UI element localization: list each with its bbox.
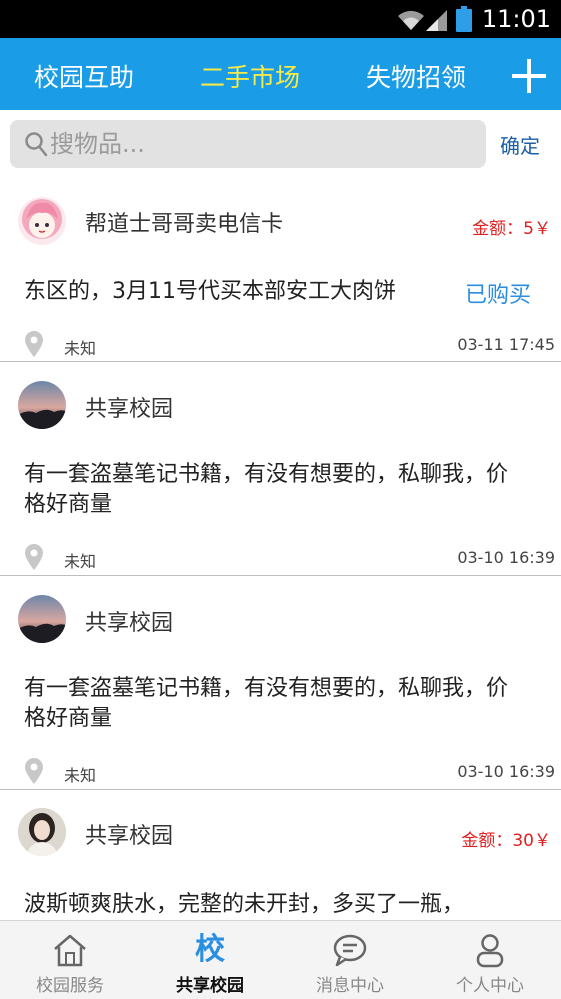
bottom-nav-label: 个人中心: [456, 976, 524, 996]
post-author: 共享校园: [85, 611, 174, 636]
bottom-nav: 校园服务 校 共享校园 消息中心 个人中心: [0, 920, 561, 999]
plus-icon[interactable]: [512, 59, 546, 93]
list-item[interactable]: 共享校园 金额：30￥ 波斯顿爽肤水，完整的未开封，多买了一瓶，: [0, 790, 561, 920]
location-pin-icon: [25, 544, 43, 570]
post-price: 金额：5￥: [472, 219, 551, 239]
avatar: [18, 197, 66, 245]
avatar: [18, 381, 66, 429]
post-time: 03-11 17:45: [457, 335, 555, 354]
confirm-button[interactable]: 确定: [500, 130, 540, 159]
location-pin-icon: [25, 331, 43, 357]
bottom-nav-campus-services[interactable]: 校园服务: [0, 921, 140, 999]
location-pin-icon: [25, 758, 43, 784]
bottom-nav-label: 消息中心: [316, 976, 384, 996]
search-input[interactable]: [50, 128, 470, 160]
post-content: 波斯顿爽肤水，完整的未开封，多买了一瓶，: [24, 892, 465, 917]
bottom-nav-label: 共享校园: [176, 976, 244, 996]
tab-second-hand-market[interactable]: 二手市场: [200, 58, 300, 94]
bottom-nav-message-center[interactable]: 消息中心: [280, 921, 420, 999]
post-author: 帮道士哥哥卖电信卡: [85, 212, 284, 237]
list-item[interactable]: 帮道士哥哥卖电信卡 金额：5￥ 东区的，3月11号代买本部安工大肉饼 已购买 未…: [0, 192, 561, 362]
wifi-icon: [398, 10, 424, 30]
bottom-nav-personal-center[interactable]: 个人中心: [420, 921, 560, 999]
bottom-nav-label: 校园服务: [36, 976, 104, 996]
post-author: 共享校园: [85, 397, 174, 422]
top-nav: 校园互助 二手市场 失物招领: [0, 38, 561, 110]
bottom-nav-shared-campus[interactable]: 校 共享校园: [140, 921, 280, 999]
signal-icon: [426, 10, 447, 31]
post-author: 共享校园: [85, 824, 174, 849]
user-icon: [476, 934, 504, 968]
search-bar: [10, 120, 486, 168]
home-icon: [54, 934, 86, 967]
list-item[interactable]: 共享校园 有一套盗墓笔记书籍，有没有想要的，私聊我，价格好商量 未知 03-10…: [0, 362, 561, 576]
post-location: 未知: [64, 766, 97, 785]
message-icon: [333, 934, 367, 967]
post-price: 金额：30￥: [461, 831, 551, 851]
post-content: 有一套盗墓笔记书籍，有没有想要的，私聊我，价格好商量: [24, 462, 509, 517]
avatar: [18, 808, 66, 856]
bought-status[interactable]: 已购买: [465, 277, 531, 309]
school-icon: 校: [195, 932, 225, 967]
status-time: 11:01: [481, 5, 551, 33]
avatar: [18, 595, 66, 643]
search-icon: [25, 132, 48, 157]
tab-campus-help[interactable]: 校园互助: [34, 58, 134, 94]
status-bar: 11:01: [0, 0, 561, 38]
list-item[interactable]: 共享校园 有一套盗墓笔记书籍，有没有想要的，私聊我，价格好商量 未知 03-10…: [0, 576, 561, 790]
post-content: 东区的，3月11号代买本部安工大肉饼: [24, 279, 396, 304]
tab-lost-and-found[interactable]: 失物招领: [366, 58, 466, 94]
battery-icon: [456, 6, 472, 32]
post-location: 未知: [64, 339, 97, 358]
post-location: 未知: [64, 552, 97, 571]
post-time: 03-10 16:39: [457, 762, 555, 781]
post-content: 有一套盗墓笔记书籍，有没有想要的，私聊我，价格好商量: [24, 676, 509, 731]
post-time: 03-10 16:39: [457, 548, 555, 567]
